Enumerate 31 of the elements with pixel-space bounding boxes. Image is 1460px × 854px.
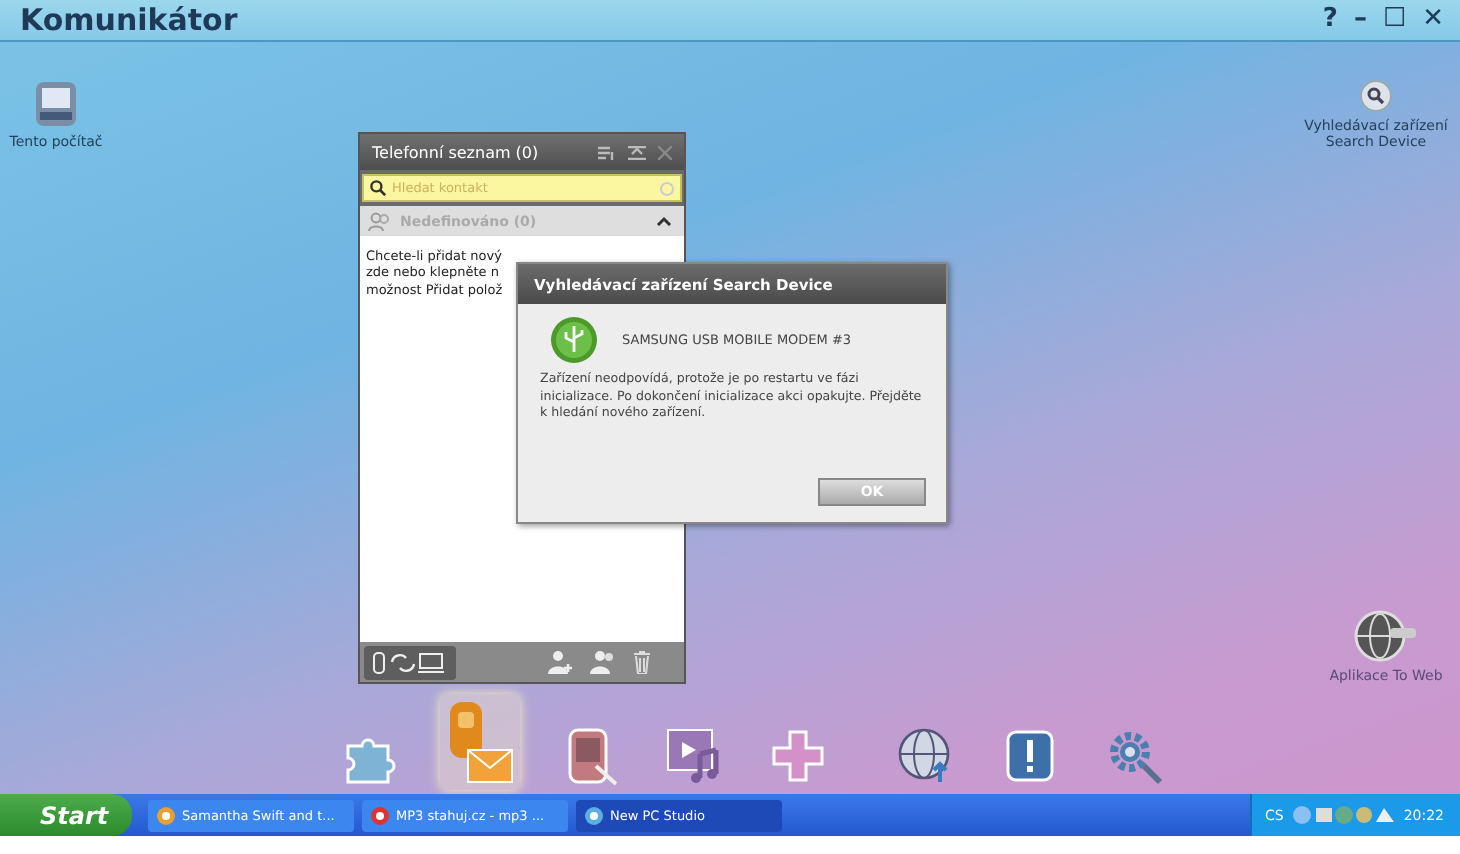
dock-item[interactable] — [440, 694, 520, 790]
window-control-button[interactable]: ☐ — [1378, 4, 1411, 36]
app-icon — [156, 805, 176, 825]
chevron-icon[interactable] — [656, 216, 672, 226]
plus-icon — [768, 726, 828, 786]
search-icon[interactable] — [1360, 80, 1392, 112]
people-icon — [368, 211, 392, 231]
close-icon[interactable] — [658, 145, 672, 159]
window-control-button[interactable]: – — [1349, 4, 1371, 36]
sync-button[interactable] — [364, 645, 456, 679]
start-button[interactable]: Start — [0, 794, 132, 836]
app-icon — [584, 805, 604, 825]
collapse-icon[interactable] — [628, 145, 646, 159]
computer-icon[interactable] — [34, 80, 78, 128]
window-control-button[interactable]: ? — [1318, 4, 1342, 36]
globe-icon[interactable] — [1354, 610, 1418, 662]
gear-icon — [1104, 726, 1164, 786]
tray-icons[interactable] — [1291, 804, 1396, 826]
people-icon[interactable] — [590, 650, 616, 674]
film-music-icon — [664, 726, 724, 786]
list-icon[interactable] — [598, 145, 616, 159]
usb-icon — [550, 316, 598, 364]
window-title: Komunikátor — [20, 2, 238, 38]
panel-title: Telefonní seznam (0) — [372, 143, 541, 161]
app-icon — [370, 805, 390, 825]
phone-sync-computer-icon — [372, 651, 448, 673]
add-person-icon[interactable] — [548, 650, 574, 674]
search-icon — [370, 180, 386, 196]
phone-envelope-icon — [444, 698, 516, 786]
window-control-button[interactable]: ✕ — [1418, 4, 1448, 36]
trash-icon[interactable] — [632, 650, 652, 674]
